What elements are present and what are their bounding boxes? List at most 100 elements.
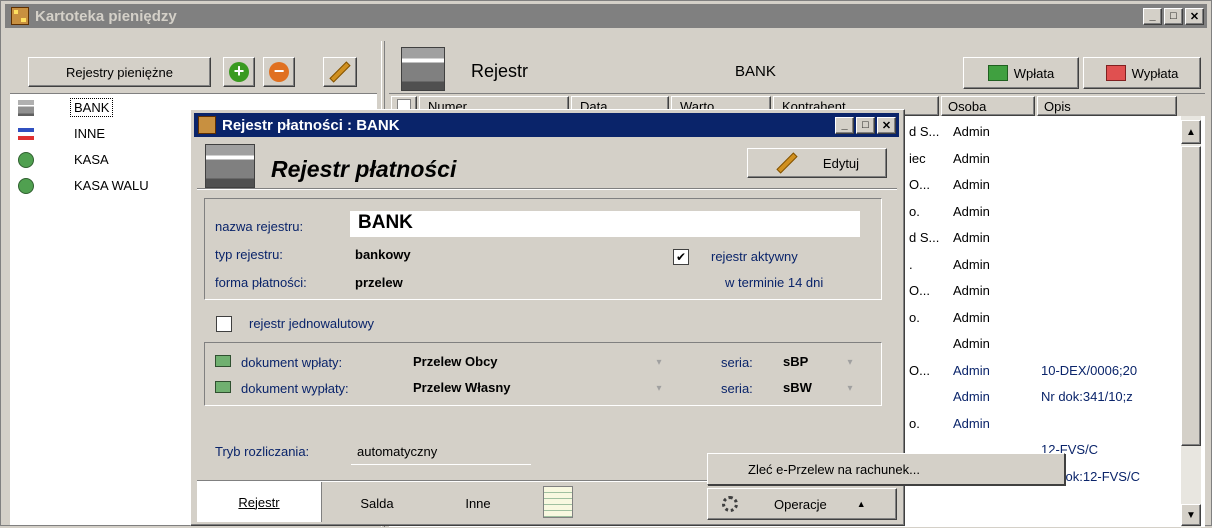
tab-rejestr-label: Rejestr (238, 494, 280, 510)
wplaty-seria-dropdown[interactable]: ▾ (843, 353, 857, 373)
register-label: INNE (74, 126, 106, 141)
wplata-label: Wpłata (1013, 65, 1055, 81)
register-label: KASA WALU (74, 178, 149, 193)
tab-inne[interactable]: Inne (432, 486, 524, 520)
aktywny-checkbox[interactable]: ✔ (673, 249, 689, 265)
minus-circle-icon: − (269, 62, 289, 82)
cell-opis: 10-DEX/0006;20 (1041, 362, 1138, 378)
maximize-button[interactable]: □ (1164, 7, 1183, 25)
bank-icon (18, 100, 34, 116)
dialog-title: Rejestr płatności : BANK (222, 116, 400, 134)
main-title-bar[interactable]: Kartoteka pieniędzy _ □ ✕ (5, 4, 1207, 28)
jednowalutowy-label: rejestr jednowalutowy (249, 316, 375, 331)
cell-osoba: Admin (953, 203, 990, 219)
remove-register-button[interactable]: − (263, 57, 295, 87)
documents-group: dokument wpłaty: Przelew Obcy ▾ seria: s… (204, 342, 882, 406)
operacje-button[interactable]: Operacje ▲ (707, 488, 897, 520)
registers-button-label: Rejestry pieniężne (66, 64, 173, 80)
close-button[interactable]: ✕ (1185, 7, 1204, 25)
tab-inne-label: Inne (465, 495, 491, 511)
pencil-icon (776, 152, 798, 174)
dialog-minimize-button[interactable]: _ (835, 116, 854, 134)
arrow-up-icon: ▲ (856, 499, 866, 509)
wyplaty-seria-dropdown[interactable]: ▾ (843, 379, 857, 399)
wyplaty-seria-label: seria: (721, 381, 753, 396)
cell-osoba: Admin (953, 415, 990, 431)
typ-label: typ rejestru: (215, 247, 283, 262)
wyplata-label: Wypłata (1131, 65, 1179, 81)
wyplaty-label: dokument wypłaty: (241, 381, 349, 396)
register-bank-icon (401, 47, 445, 91)
typ-value: bankowy (355, 247, 411, 262)
cell-kontrahent: d S... (909, 230, 940, 245)
dialog-maximize-button[interactable]: □ (856, 116, 875, 134)
cell-kontrahent: . (909, 256, 913, 272)
column-header[interactable]: Opis (1037, 96, 1177, 116)
cell-osoba: Admin (953, 362, 990, 378)
divider (197, 188, 897, 190)
wplata-button[interactable]: Wpłata (963, 57, 1079, 89)
cell-opis: Nr dok:341/10;z (1041, 389, 1133, 404)
cell-kontrahent: O... (909, 177, 930, 192)
cell-osoba: Admin (953, 256, 990, 272)
notepad-icon[interactable] (543, 486, 573, 518)
wyplaty-value: Przelew Własny (413, 380, 511, 395)
edit-button[interactable]: Edytuj (747, 148, 887, 178)
wplaty-seria-label: seria: (721, 355, 753, 370)
withdraw-icon (1105, 65, 1126, 81)
cell-osoba: Admin (953, 230, 990, 245)
forma-label: forma płatności: (215, 275, 307, 290)
cell-kontrahent: o. (909, 415, 920, 431)
list-item[interactable]: KASA WALU (14, 176, 214, 198)
list-item[interactable]: BANK (14, 98, 214, 120)
edit-register-button[interactable] (323, 57, 357, 87)
aktywny-label: rejestr aktywny (711, 249, 798, 264)
tab-salda-label: Salda (360, 495, 394, 511)
registers-button[interactable]: Rejestry pieniężne (28, 57, 211, 87)
list-item[interactable]: KASA (14, 150, 214, 172)
gear-icon (722, 496, 738, 512)
menu-item-zlec-e-przelew[interactable]: Zleć e-Przelew na rachunek... (710, 456, 1062, 482)
rejestr-value: BANK (735, 63, 776, 80)
forma-value: przelew (355, 275, 403, 290)
document-icon (215, 381, 231, 393)
pencil-icon (329, 61, 351, 83)
operacje-label: Operacje (774, 496, 827, 512)
scroll-thumb[interactable] (1181, 146, 1201, 446)
termin-value: w terminie 14 dni (725, 275, 824, 290)
scroll-down-button[interactable]: ▼ (1181, 504, 1201, 526)
wyplaty-dropdown[interactable]: ▾ (651, 379, 667, 399)
cell-kontrahent: iec (909, 150, 926, 166)
main-window-title: Kartoteka pieniędzy (35, 7, 177, 25)
dialog-title-bar[interactable]: Rejestr płatności : BANK _ □ ✕ (194, 113, 899, 137)
dialog-close-button[interactable]: ✕ (877, 116, 896, 134)
tryb-value: automatyczny (357, 444, 438, 459)
plus-circle-icon: + (229, 62, 249, 82)
dialog-heading: Rejestr płatności (271, 156, 457, 182)
register-info-group: nazwa rejestru: BANK typ rejestru: banko… (204, 198, 882, 300)
vertical-scrollbar[interactable]: ▲ ▼ (1181, 116, 1201, 528)
cell-kontrahent: o. (909, 203, 920, 219)
wplaty-seria-value: sBP (783, 354, 809, 369)
list-item[interactable]: INNE (14, 124, 214, 146)
cell-osoba: Admin (953, 124, 990, 139)
cell-osoba: Admin (953, 283, 990, 298)
menu-item-label: Zleć e-Przelew na rachunek... (748, 461, 920, 477)
add-register-button[interactable]: + (223, 57, 255, 87)
tab-rejestr[interactable]: Rejestr (197, 482, 322, 522)
column-header[interactable]: Osoba (941, 96, 1035, 116)
cash-icon (18, 178, 34, 194)
minimize-button[interactable]: _ (1143, 7, 1162, 25)
scroll-up-button[interactable]: ▲ (1181, 120, 1201, 144)
nazwa-field: BANK (350, 211, 860, 237)
jednowalutowy-checkbox[interactable] (216, 316, 232, 332)
wyplata-button[interactable]: Wypłata (1083, 57, 1201, 89)
cash-icon (18, 152, 34, 168)
cell-osoba: Admin (953, 309, 990, 325)
app-icon (11, 7, 29, 25)
tryb-underline (351, 464, 531, 465)
nazwa-label: nazwa rejestru: (215, 219, 304, 234)
register-label: BANK (70, 98, 114, 117)
wplaty-dropdown[interactable]: ▾ (651, 353, 667, 373)
tab-salda[interactable]: Salda (322, 486, 432, 520)
